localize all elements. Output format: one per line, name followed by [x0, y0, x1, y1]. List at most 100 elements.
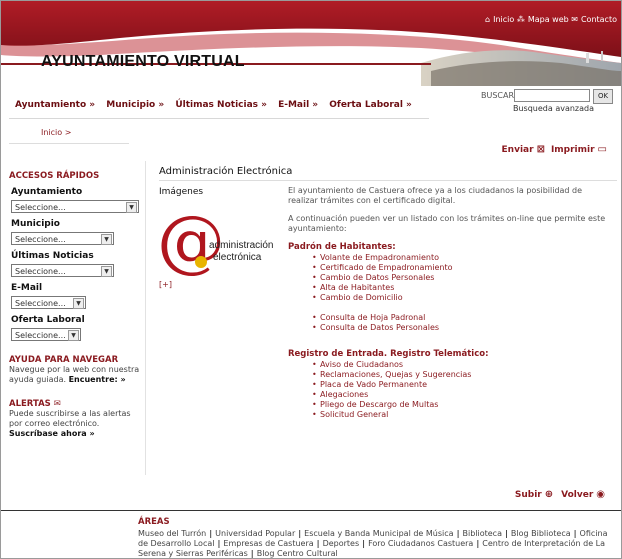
help-title[interactable]: AYUDA PARA NAVEGAR	[9, 355, 144, 365]
logo-text-line2: electrónica	[213, 252, 262, 263]
nav-divider	[9, 118, 429, 119]
nav-email[interactable]: E-Mail »	[278, 100, 318, 110]
up-link[interactable]: Subir	[515, 490, 542, 500]
list-item[interactable]: Cambio de Datos Personales	[312, 273, 613, 283]
site-title: AYUNTAMIENTO VIRTUAL	[41, 53, 245, 70]
list-item[interactable]: Aviso de Ciudadanos	[312, 360, 613, 370]
search-input[interactable]	[514, 89, 590, 102]
nav-ayuntamiento[interactable]: Ayuntamiento »	[15, 100, 95, 110]
list-item[interactable]: Solicitud General	[312, 410, 613, 420]
select-label-email: E-Mail	[11, 283, 43, 293]
areas-links: Museo del Turrón | Universidad Popular | Esc…	[138, 529, 616, 558]
separator: |	[573, 529, 577, 538]
separator: |	[316, 539, 320, 548]
area-link[interactable]: Biblioteca	[462, 529, 502, 538]
mail-icon: ✉	[53, 399, 61, 409]
separator: |	[456, 529, 460, 538]
chevron-down-icon[interactable]: ▼	[68, 330, 79, 341]
area-link[interactable]: Blog Centro Cultural	[257, 549, 338, 558]
send-link[interactable]: Enviar	[502, 145, 534, 155]
chevron-down-icon[interactable]: ▼	[101, 266, 112, 277]
separator: |	[362, 539, 366, 548]
nav-oferta-laboral[interactable]: Oferta Laboral »	[329, 100, 412, 110]
intro-paragraph: El ayuntamiento de Castuera ofrece ya a …	[288, 186, 583, 205]
help-text: Navegue por la web con nuestra ayuda gui…	[9, 365, 144, 385]
area-link[interactable]: Deportes	[323, 539, 360, 548]
select-ayuntamiento[interactable]: Seleccione... ▼	[11, 200, 139, 213]
alerts-title[interactable]: ALERTAS	[9, 399, 51, 409]
contact-link[interactable]: Contacto	[581, 15, 617, 24]
list-item[interactable]: Alegaciones	[312, 390, 613, 400]
areas-title: ÁREAS	[138, 517, 170, 527]
intro-paragraph-2: A continuación pueden ver un listado con…	[288, 214, 606, 233]
registro-list: Aviso de Ciudadanos Reclamaciones, Queja…	[288, 360, 613, 420]
chevron-down-icon[interactable]: ▼	[73, 298, 84, 309]
breadcrumb[interactable]: Inicio >	[41, 128, 71, 137]
select-oferta-laboral[interactable]: Seleccione... ▼	[11, 328, 81, 341]
list-item[interactable]: Consulta de Datos Personales	[312, 323, 613, 333]
send-icon[interactable]: ⊠	[537, 144, 545, 155]
select-label-ultimas-noticias: Últimas Noticias	[11, 251, 94, 261]
chevron-down-icon[interactable]: ▼	[126, 202, 137, 213]
separator: |	[476, 539, 480, 548]
list-item[interactable]: Alta de Habitantes	[312, 283, 613, 293]
select-value: Seleccione...	[15, 267, 66, 276]
chevron-down-icon[interactable]: ▼	[101, 234, 112, 245]
select-email[interactable]: Seleccione... ▼	[11, 296, 86, 309]
list-item[interactable]: Pliego de Descargo de Multas	[312, 400, 613, 410]
logo-text: administración electrónica	[209, 240, 273, 264]
registro-title: Registro de Entrada. Registro Telemático…	[288, 349, 489, 359]
list-item[interactable]: Placa de Vado Permanente	[312, 380, 613, 390]
print-icon[interactable]: ▭	[598, 144, 607, 155]
arrow-left-icon[interactable]: ◉	[596, 489, 605, 500]
quick-access-title: ACCESOS RÁPIDOS	[9, 171, 100, 181]
mail-icon: ✉	[571, 15, 578, 24]
select-value: Seleccione...	[15, 331, 66, 340]
e-administration-logo: @ administración electrónica	[157, 202, 282, 281]
header-banner: ⌂ Inicio ⁂ Mapa web ✉ Contacto AYUNTAMIENTO…	[1, 1, 621, 86]
list-item[interactable]: Volante de Empadronamiento	[312, 253, 613, 263]
top-actions: Enviar ⊠ Imprimir ▭	[502, 144, 613, 155]
back-link[interactable]: Volver	[561, 490, 593, 500]
arrow-up-icon[interactable]: ⊕	[545, 489, 553, 500]
expand-link[interactable]: [+]	[159, 280, 172, 289]
nav-municipio[interactable]: Municipio »	[106, 100, 164, 110]
title-divider	[159, 180, 617, 181]
select-value: Seleccione...	[15, 299, 66, 308]
list-item[interactable]: Cambio de Domicilio	[312, 293, 613, 303]
list-item[interactable]: Reclamaciones, Quejas y Sugerencias	[312, 370, 613, 380]
subscribe-link[interactable]: Suscríbase ahora »	[9, 429, 95, 438]
nav-ultimas-noticias[interactable]: Últimas Noticias »	[175, 100, 267, 110]
logo-text-line1: administración	[209, 240, 274, 251]
select-ultimas-noticias[interactable]: Seleccione... ▼	[11, 264, 114, 277]
list-item[interactable]: Certificado de Empadronamiento	[312, 263, 613, 273]
help-link[interactable]: Encuentre: »	[69, 375, 126, 384]
print-link[interactable]: Imprimir	[551, 145, 595, 155]
area-link[interactable]: Escuela y Banda Municipal de Música	[304, 529, 453, 538]
padron-title: Padrón de Habitantes:	[288, 242, 396, 252]
home-link[interactable]: Inicio	[493, 15, 514, 24]
page-title: Administración Electrónica	[159, 166, 293, 177]
sitemap-link[interactable]: Mapa web	[528, 15, 569, 24]
area-link[interactable]: Museo del Turrón	[138, 529, 206, 538]
search-label: BUSCAR	[481, 91, 515, 100]
select-label-municipio: Municipio	[11, 219, 60, 229]
list-item[interactable]: Consulta de Hoja Padronal	[312, 313, 613, 323]
area-link[interactable]: Empresas de Castuera	[223, 539, 313, 548]
area-link[interactable]: Universidad Popular	[215, 529, 295, 538]
alerts-title-row: ALERTAS ✉	[9, 399, 144, 409]
select-label-ayuntamiento: Ayuntamiento	[11, 187, 83, 197]
area-link[interactable]: Blog Biblioteca	[511, 529, 571, 538]
select-municipio[interactable]: Seleccione... ▼	[11, 232, 114, 245]
search-button[interactable]: OK	[593, 89, 613, 104]
select-value: Seleccione...	[15, 203, 66, 212]
sidebar-divider	[145, 161, 146, 475]
separator: |	[217, 539, 221, 548]
padron-consulta-list: Consulta de Hoja Padronal Consulta de Da…	[288, 313, 613, 333]
top-links: ⌂ Inicio ⁂ Mapa web ✉ Contacto	[485, 15, 617, 24]
alerts-text: Puede suscribirse a las alertas por corr…	[9, 409, 144, 439]
sidebar: ACCESOS RÁPIDOS Ayuntamiento Seleccione.…	[9, 171, 144, 439]
area-link[interactable]: Foro Ciudadanos Castuera	[368, 539, 473, 548]
advanced-search-link[interactable]: Busqueda avanzada	[513, 104, 594, 113]
